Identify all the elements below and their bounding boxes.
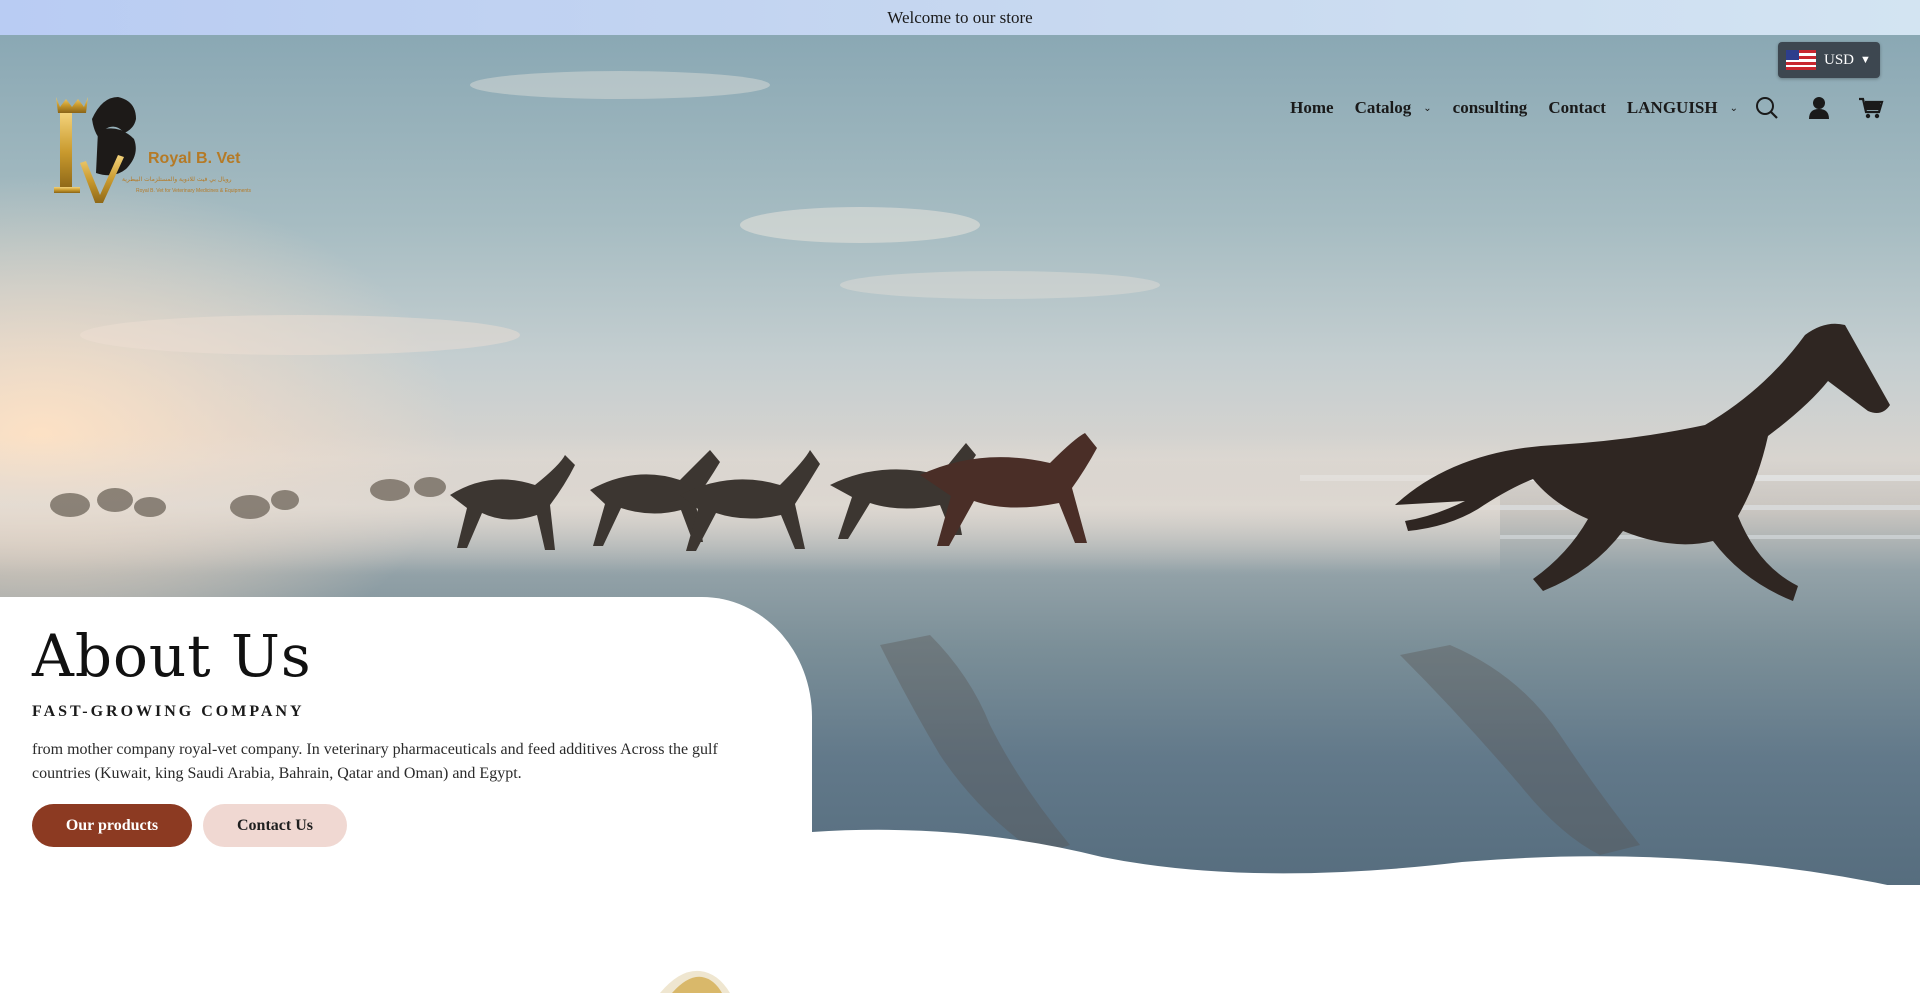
nav-language[interactable]: LANGUISH ⌄ xyxy=(1627,98,1738,118)
hero-subtitle: FAST-GROWING COMPANY xyxy=(32,703,305,720)
hero-description: from mother company royal-vet company. I… xyxy=(32,741,718,782)
caret-down-icon: ▼ xyxy=(1860,54,1871,66)
svg-text:Royal B. Vet for Veterinary Me: Royal B. Vet for Veterinary Medicines & … xyxy=(136,188,252,194)
nav-home[interactable]: Home xyxy=(1290,98,1333,118)
contact-us-button[interactable]: Contact Us xyxy=(203,804,347,847)
nav-catalog[interactable]: Catalog ⌄ xyxy=(1355,98,1432,118)
currency-code: USD xyxy=(1824,51,1855,68)
svg-text:Royal B. Vet: Royal B. Vet xyxy=(148,150,241,167)
main-navigation: Home Catalog ⌄ consulting Contact LANGUIS… xyxy=(1269,96,1738,120)
nav-home-label: Home xyxy=(1290,98,1334,117)
cart-icon[interactable] xyxy=(1858,94,1884,122)
header-icons xyxy=(1754,94,1884,122)
nav-catalog-label: Catalog xyxy=(1354,98,1412,117)
svg-text:رويال بي فيت للادوية والمستلزم: رويال بي فيت للادوية والمستلزمات البيطري… xyxy=(122,176,232,183)
nav-language-label: LANGUISH xyxy=(1626,98,1718,117)
chevron-down-icon: ⌄ xyxy=(1423,102,1432,114)
announcement-text: Welcome to our store xyxy=(887,7,1033,27)
search-icon[interactable] xyxy=(1754,94,1780,122)
currency-selector[interactable]: USD ▼ xyxy=(1778,42,1880,78)
announcement-bar: Welcome to our store xyxy=(0,0,1920,35)
account-icon[interactable] xyxy=(1806,94,1832,122)
nav-consulting-label: consulting xyxy=(1452,98,1528,117)
nav-contact[interactable]: Contact xyxy=(1548,98,1606,118)
nav-contact-label: Contact xyxy=(1548,98,1606,117)
page-title: About Us xyxy=(32,622,312,690)
us-flag-icon xyxy=(1786,50,1816,70)
chevron-down-icon: ⌄ xyxy=(1729,102,1738,114)
our-products-button[interactable]: Our products xyxy=(32,804,192,847)
royal-b-vet-logo: Royal B. Vet رويال بي فيت للادوية والمست… xyxy=(54,97,252,205)
site-logo[interactable]: Royal B. Vet رويال بي فيت للادوية والمست… xyxy=(52,91,272,205)
nav-consulting[interactable]: consulting xyxy=(1453,98,1528,118)
